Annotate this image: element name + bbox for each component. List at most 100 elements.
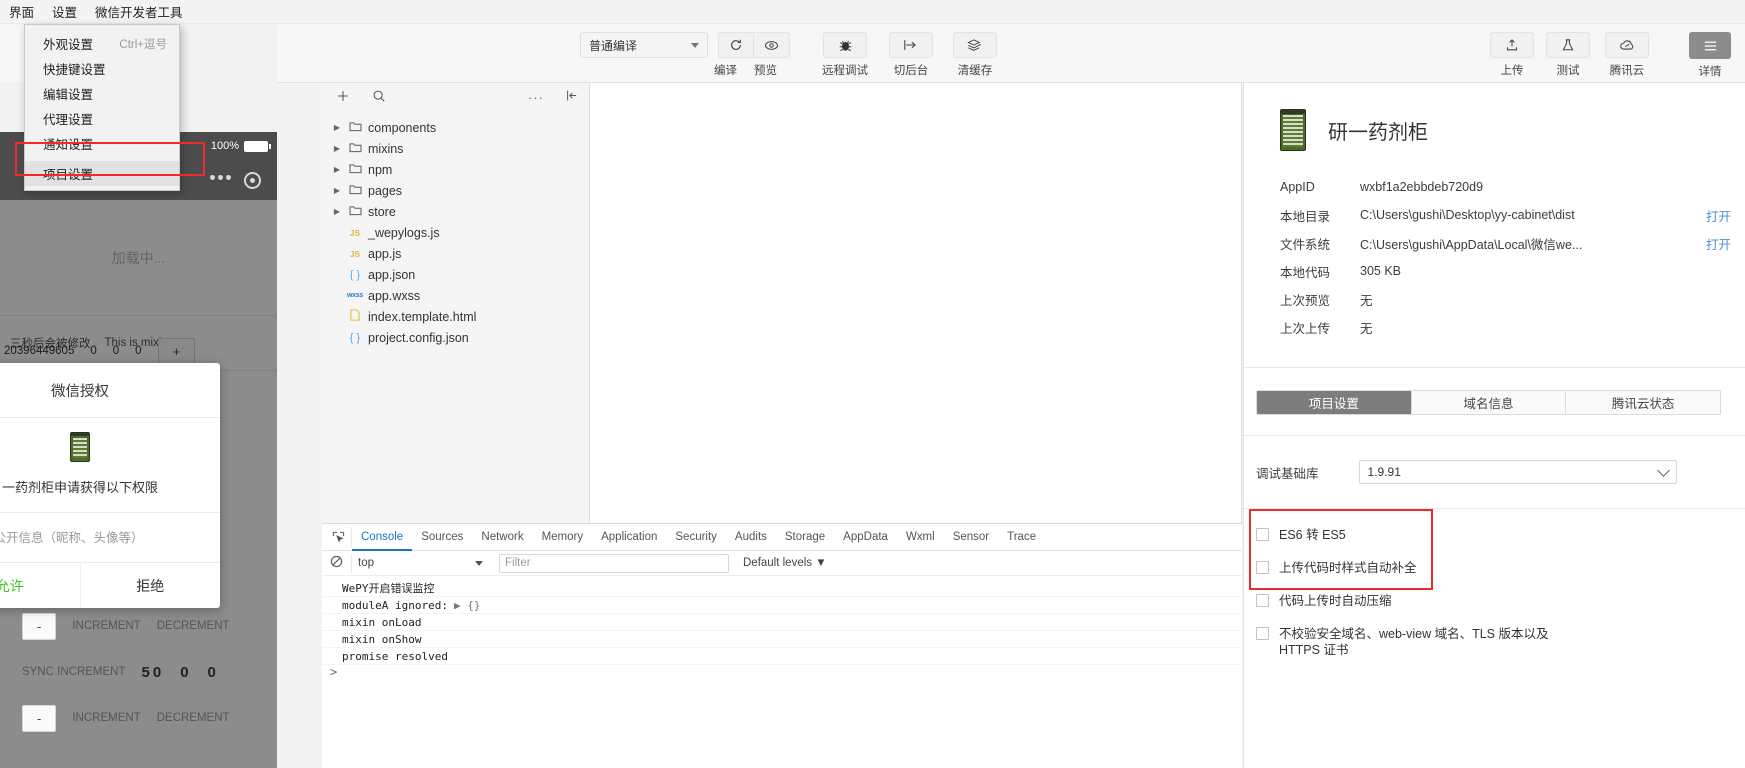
minus-button-1[interactable]: - [22, 612, 57, 640]
devtools-tab-appdata[interactable]: AppData [834, 524, 897, 551]
chevron-right-icon[interactable]: ▶ [332, 144, 342, 153]
menu-icon[interactable] [1689, 32, 1731, 59]
preview-button[interactable] [754, 32, 790, 58]
file-tree-row[interactable]: ▶ store [322, 201, 589, 222]
bug-icon[interactable] [823, 32, 867, 58]
checkbox-row-skip-domain-check[interactable]: 不校验安全域名、web-view 域名、TLS 版本以及 HTTPS 证书 [1256, 626, 1745, 670]
file-tree-row[interactable]: { } app.json [322, 264, 589, 285]
file-tree-row[interactable]: JS _wepylogs.js [322, 222, 589, 243]
file-tree-row[interactable]: ▶ npm [322, 159, 589, 180]
console-context-select[interactable]: top [351, 553, 491, 573]
file-tree-row[interactable]: JS app.js [322, 243, 589, 264]
menu-item-interface[interactable]: 界面 [0, 0, 43, 24]
ellipsis-icon[interactable]: ··· [528, 90, 544, 105]
settings-dropdown-menu[interactable]: 外观设置 Ctrl+逗号 快捷键设置 编辑设置 代理设置 通知设置 项目设置 [24, 24, 180, 191]
target-circle-icon[interactable] [244, 172, 261, 189]
dropdown-item-proxy[interactable]: 代理设置 [25, 106, 179, 131]
devtools-tab-trace[interactable]: Trace [998, 524, 1045, 551]
background-icon[interactable] [889, 32, 933, 58]
file-tree-row[interactable]: ▶ pages [322, 180, 589, 201]
code-editor-area[interactable] [590, 83, 1242, 523]
chevron-right-icon[interactable]: ▶ [332, 207, 342, 216]
dropdown-item-notification[interactable]: 通知设置 [25, 131, 179, 156]
background-item[interactable]: 切后台 [882, 32, 940, 78]
devtools-tab-sources[interactable]: Sources [412, 524, 472, 551]
upload-item[interactable]: 上传 [1489, 32, 1535, 78]
detail-tab-cloud-status[interactable]: 腾讯云状态 [1566, 391, 1720, 414]
dropdown-item-appearance[interactable]: 外观设置 Ctrl+逗号 [25, 31, 179, 56]
menu-item-devtools[interactable]: 微信开发者工具 [86, 0, 192, 24]
js-icon: JS [349, 248, 361, 259]
chevron-right-icon[interactable]: ▶ [332, 186, 342, 195]
editor-toolbar: 普通编译 编译 预览 远程调试 切后台 清缓存 上传 测试 腾讯云 详情 [277, 25, 1745, 83]
test-item[interactable]: 测试 [1545, 32, 1591, 78]
compile-preview-pair [718, 32, 790, 58]
console-log-row: mixin onShow [322, 631, 1242, 648]
checkbox-auto-compress[interactable] [1256, 594, 1269, 607]
decrement-button-1[interactable]: DECREMENT [157, 620, 230, 632]
dropdown-item-editor[interactable]: 编辑设置 [25, 81, 179, 106]
file-tree-row[interactable]: index.template.html [322, 306, 589, 327]
more-dots-icon[interactable] [210, 175, 231, 180]
devtools-tab-storage[interactable]: Storage [776, 524, 834, 551]
chevron-right-icon[interactable]: ▶ [332, 165, 342, 174]
console-levels-select[interactable]: Default levels ▼ [743, 557, 827, 569]
layers-icon[interactable] [953, 32, 997, 58]
async-increment-label[interactable]: SYNC INCREMENT [22, 666, 126, 678]
chevron-right-icon[interactable]: ▶ [332, 123, 342, 132]
file-tree-row[interactable]: wxss app.wxss [322, 285, 589, 306]
devtools-tab-audits[interactable]: Audits [726, 524, 776, 551]
auth-allow-button[interactable]: 允许 [0, 563, 81, 608]
detail-tab-project-settings[interactable]: 项目设置 [1257, 391, 1412, 414]
devtools-tab-application[interactable]: Application [592, 524, 666, 551]
flask-icon[interactable] [1546, 32, 1590, 58]
devtools-tab-network[interactable]: Network [472, 524, 532, 551]
cloud-icon[interactable] [1605, 32, 1649, 58]
devtools-tab-sensor[interactable]: Sensor [944, 524, 998, 551]
file-tree-row[interactable]: ▶ mixins [322, 138, 589, 159]
dropdown-item-project-settings[interactable]: 项目设置 [25, 161, 179, 186]
file-tree-row[interactable]: ▶ components [322, 117, 589, 138]
checkbox-row-style-autocomplete[interactable]: 上传代码时样式自动补全 [1256, 560, 1745, 593]
open-link-filesystem[interactable]: 打开 [1706, 234, 1745, 253]
console-log-object[interactable]: ▶ {} [454, 599, 481, 612]
devtools-tab-wxml[interactable]: Wxml [897, 524, 944, 551]
file-tree-list: ▶ components ▶ mixins ▶ npm ▶ pages ▶ st… [322, 111, 589, 348]
auth-reject-button[interactable]: 拒绝 [81, 563, 221, 608]
info-key: AppID [1280, 180, 1315, 194]
checkbox-row-es6-to-es5[interactable]: ES6 转 ES5 [1256, 527, 1745, 560]
checkbox-es6-to-es5[interactable] [1256, 528, 1269, 541]
detail-item[interactable]: 详情 [1687, 32, 1733, 79]
console-input-prompt[interactable]: > [322, 665, 1242, 683]
clear-icon[interactable] [330, 555, 343, 571]
upload-icon[interactable] [1490, 32, 1534, 58]
collapse-icon[interactable] [566, 89, 579, 105]
file-tree-row[interactable]: { } project.config.json [322, 327, 589, 348]
search-icon[interactable] [372, 89, 386, 106]
json-icon: { } [349, 331, 361, 344]
checkbox-row-auto-compress[interactable]: 代码上传时自动压缩 [1256, 593, 1745, 626]
devtools-tab-console[interactable]: Console [352, 524, 412, 551]
inspect-icon[interactable] [326, 527, 352, 547]
tencent-cloud-item[interactable]: 腾讯云 [1601, 32, 1653, 78]
increment-button-2[interactable]: INCREMENT [72, 712, 140, 724]
compile-button[interactable] [718, 32, 754, 58]
open-link-local-dir[interactable]: 打开 [1706, 206, 1745, 225]
decrement-button-2[interactable]: DECREMENT [157, 712, 230, 724]
minus-button-2[interactable]: - [22, 704, 57, 732]
clear-cache-item[interactable]: 清缓存 [946, 32, 1004, 78]
menu-item-settings[interactable]: 设置 [43, 0, 86, 24]
checkbox-style-autocomplete[interactable] [1256, 561, 1269, 574]
plus-icon[interactable] [336, 89, 350, 106]
toolbar-right-group: 上传 测试 腾讯云 详情 [1489, 32, 1733, 79]
increment-button-1[interactable]: INCREMENT [72, 620, 140, 632]
base-library-select[interactable]: 1.9.91 [1358, 460, 1677, 484]
devtools-tab-security[interactable]: Security [666, 524, 726, 551]
detail-tab-domain-info[interactable]: 域名信息 [1411, 391, 1567, 414]
compile-mode-select[interactable]: 普通编译 [580, 32, 708, 58]
console-filter-input[interactable]: Filter [499, 553, 729, 573]
checkbox-skip-domain-check[interactable] [1256, 627, 1269, 640]
dropdown-item-shortcuts[interactable]: 快捷键设置 [25, 56, 179, 81]
devtools-tab-memory[interactable]: Memory [533, 524, 593, 551]
remote-debug-item[interactable]: 远程调试 [814, 32, 876, 78]
